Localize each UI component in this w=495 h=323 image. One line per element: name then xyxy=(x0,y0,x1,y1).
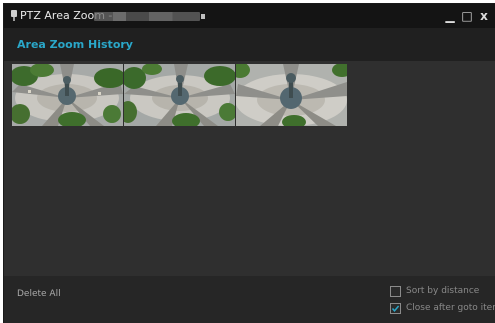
history-item-1[interactable] xyxy=(12,64,123,126)
delete-all-button[interactable]: Delete All xyxy=(17,289,61,299)
history-item-2[interactable] xyxy=(124,64,235,126)
close-after-goto-checkbox[interactable] xyxy=(390,303,401,314)
cursor-marker xyxy=(201,14,205,19)
maximize-button[interactable]: □ xyxy=(460,8,474,24)
page-title: Area Zoom History xyxy=(17,38,133,51)
checkmark-icon xyxy=(391,305,400,312)
footer-bar: Delete All Sort by distance Close after … xyxy=(4,276,495,323)
history-list xyxy=(4,61,495,276)
camera-name-redacted xyxy=(94,12,200,21)
sort-by-distance-label: Sort by distance xyxy=(406,286,480,296)
plaza-fountain-thumbnail xyxy=(124,64,235,126)
close-button[interactable]: x xyxy=(477,8,491,24)
sort-by-distance-checkbox[interactable] xyxy=(390,286,401,297)
plaza-fountain-thumbnail xyxy=(12,64,123,126)
history-item-3[interactable] xyxy=(236,64,347,126)
close-after-goto-label: Close after goto item xyxy=(406,303,495,313)
plaza-fountain-thumbnail xyxy=(236,64,347,126)
minimize-button[interactable]: ▁ xyxy=(443,8,457,24)
ptz-area-zoom-window: PTZ Area Zoom - ▁ □ x Area Zoom History xyxy=(4,4,495,323)
title-bar[interactable]: PTZ Area Zoom - ▁ □ x xyxy=(4,4,495,28)
history-header: Area Zoom History xyxy=(4,28,495,61)
app-icon xyxy=(11,10,17,21)
